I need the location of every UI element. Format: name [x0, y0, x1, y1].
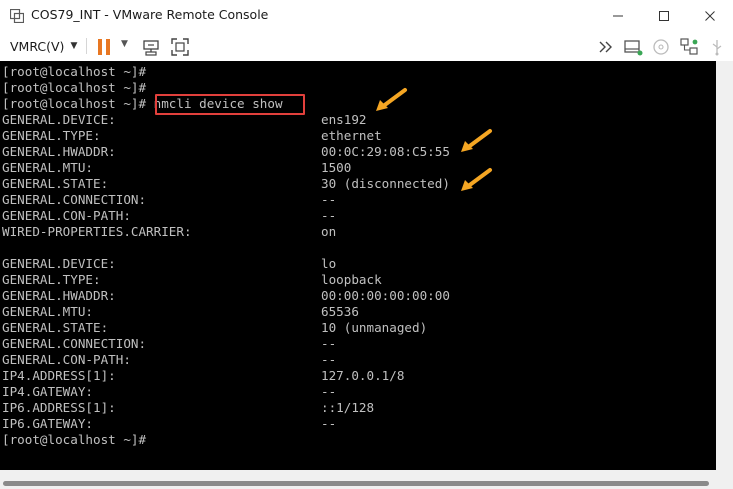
terminal-line-key: GENERAL.CONNECTION:	[2, 192, 147, 207]
terminal-line-key: GENERAL.MTU:	[2, 160, 93, 175]
terminal-line-key: GENERAL.STATE:	[2, 176, 109, 191]
arrow-annotation-icon	[376, 88, 407, 111]
terminal-line-value: --	[321, 192, 337, 207]
terminal-line: GENERAL.MTU: 1500	[2, 160, 351, 176]
forward-icon[interactable]	[597, 37, 617, 57]
terminal-line-value: 1500	[321, 160, 352, 175]
fit-screen-icon[interactable]	[170, 37, 190, 57]
terminal-line-key: IP4.GATEWAY:	[2, 384, 93, 399]
removable-devices-icon[interactable]	[623, 37, 643, 57]
arrow-annotation-icon	[461, 168, 492, 191]
terminal-line: IP4.ADDRESS[1]: 127.0.0.1/8	[2, 368, 404, 384]
terminal-line-key: GENERAL.TYPE:	[2, 128, 101, 143]
vmware-app-icon	[10, 9, 24, 23]
terminal-line-key: [root@localhost ~]#	[2, 80, 147, 95]
chevron-down-icon: ▼	[70, 41, 78, 51]
maximize-icon	[659, 11, 669, 21]
terminal-line: GENERAL.CONNECTION: --	[2, 192, 336, 208]
terminal-line-value: 65536	[321, 304, 359, 319]
terminal-line: IP6.GATEWAY: --	[2, 416, 336, 432]
terminal-line-key: GENERAL.DEVICE:	[2, 112, 116, 127]
terminal-output: [root@localhost ~]# [root@localhost ~]# [r…	[2, 64, 450, 448]
terminal-line: GENERAL.CON-PATH: --	[2, 208, 336, 224]
terminal-line-value: 00:00:00:00:00:00	[321, 288, 450, 303]
terminal-line: GENERAL.STATE: 10 (unmanaged)	[2, 320, 427, 336]
close-icon	[705, 11, 715, 21]
terminal-line-key: GENERAL.TYPE:	[2, 272, 101, 287]
terminal-line: GENERAL.MTU: 65536	[2, 304, 359, 320]
maximize-button[interactable]	[641, 0, 687, 32]
terminal-line-key: GENERAL.CON-PATH:	[2, 208, 131, 223]
remote-console-screen[interactable]: [root@localhost ~]# [root@localhost ~]# [r…	[0, 61, 716, 470]
terminal-line: IP6.ADDRESS[1]:::1/128	[2, 400, 374, 416]
toolbar: VMRC(V) ▼ ▼	[0, 32, 733, 61]
terminal-line-value: lo	[321, 256, 337, 271]
arrow-annotation-icon	[461, 129, 492, 152]
terminal-line-value: 10 (unmanaged)	[321, 320, 428, 335]
minimize-icon	[613, 15, 623, 17]
minimize-button[interactable]	[595, 0, 641, 32]
terminal-line: GENERAL.HWADDR: 00:00:00:00:00:00	[2, 288, 450, 304]
command-highlight-box	[155, 94, 305, 115]
terminal-line: [root@localhost ~]#	[2, 432, 283, 448]
vmrc-menu-label: VMRC(V)	[10, 38, 65, 54]
terminal-line-key: IP4.ADDRESS[1]:	[2, 368, 116, 383]
terminal-line-key: IP6.GATEWAY:	[2, 416, 93, 431]
terminal-line-value: --	[321, 416, 337, 431]
terminal-line-value: loopback	[321, 272, 382, 287]
send-ctrl-alt-del-icon[interactable]	[141, 37, 161, 57]
terminal-line-value: ::1/128	[321, 400, 375, 415]
terminal-line: GENERAL.CON-PATH: --	[2, 352, 336, 368]
toolbar-divider	[86, 38, 87, 54]
power-menu-chevron-icon[interactable]: ▼	[121, 39, 131, 53]
terminal-line-value: 00:0C:29:08:C5:55	[321, 144, 450, 159]
scrollbar-corner	[716, 470, 733, 489]
usb-icon[interactable]	[707, 37, 727, 57]
terminal-line-key: GENERAL.MTU:	[2, 304, 93, 319]
terminal-line-value: --	[321, 352, 337, 367]
terminal-line-key: GENERAL.HWADDR:	[2, 144, 116, 159]
terminal-line: GENERAL.CONNECTION: --	[2, 336, 336, 352]
terminal-line-key: GENERAL.STATE:	[2, 320, 109, 335]
terminal-line: GENERAL.STATE: 30 (disconnected)	[2, 176, 450, 192]
horizontal-scrollbar[interactable]	[0, 470, 716, 489]
terminal-line-value: --	[321, 384, 337, 399]
pause-icon[interactable]	[94, 37, 114, 57]
terminal-line: GENERAL.TYPE: loopback	[2, 272, 382, 288]
terminal-line: IP4.GATEWAY: --	[2, 384, 336, 400]
terminal-line-value: 30 (disconnected)	[321, 176, 450, 191]
terminal-line-value: ens192	[321, 112, 367, 127]
terminal-line: GENERAL.TYPE: ethernet	[2, 128, 382, 144]
title-bar: COS79_INT - VMware Remote Console	[0, 0, 733, 32]
terminal-line: GENERAL.DEVICE: lo	[2, 256, 336, 272]
vmrc-menu-button[interactable]: VMRC(V) ▼	[6, 35, 81, 57]
close-button[interactable]	[687, 0, 733, 32]
terminal-line-key: WIRED-PROPERTIES.CARRIER:	[2, 224, 192, 239]
terminal-line-key: [root@localhost ~]#	[2, 432, 147, 447]
terminal-line-key: GENERAL.HWADDR:	[2, 288, 116, 303]
cd-icon[interactable]	[651, 37, 671, 57]
terminal-line-key: GENERAL.DEVICE:	[2, 256, 116, 271]
terminal-line-value: on	[321, 224, 337, 239]
terminal-line-value: --	[321, 336, 337, 351]
terminal-line-key: GENERAL.CON-PATH:	[2, 352, 131, 367]
terminal-line-key: IP6.ADDRESS[1]:	[2, 400, 116, 415]
terminal-line: GENERAL.HWADDR: 00:0C:29:08:C5:55	[2, 144, 450, 160]
horizontal-scrollbar-thumb[interactable]	[3, 481, 709, 486]
terminal-line-key: GENERAL.CONNECTION:	[2, 336, 147, 351]
terminal-line: [root@localhost ~]#	[2, 64, 283, 80]
terminal-line: WIRED-PROPERTIES.CARRIER: on	[2, 224, 336, 240]
network-icon[interactable]	[679, 37, 699, 57]
terminal-line-value: ethernet	[321, 128, 382, 143]
terminal-line-value: 127.0.0.1/8	[321, 368, 405, 383]
window-title: COS79_INT - VMware Remote Console	[31, 7, 269, 22]
terminal-line-key: [root@localhost ~]#	[2, 64, 147, 79]
terminal-line-value: --	[321, 208, 337, 223]
vertical-scrollbar[interactable]	[716, 61, 733, 470]
